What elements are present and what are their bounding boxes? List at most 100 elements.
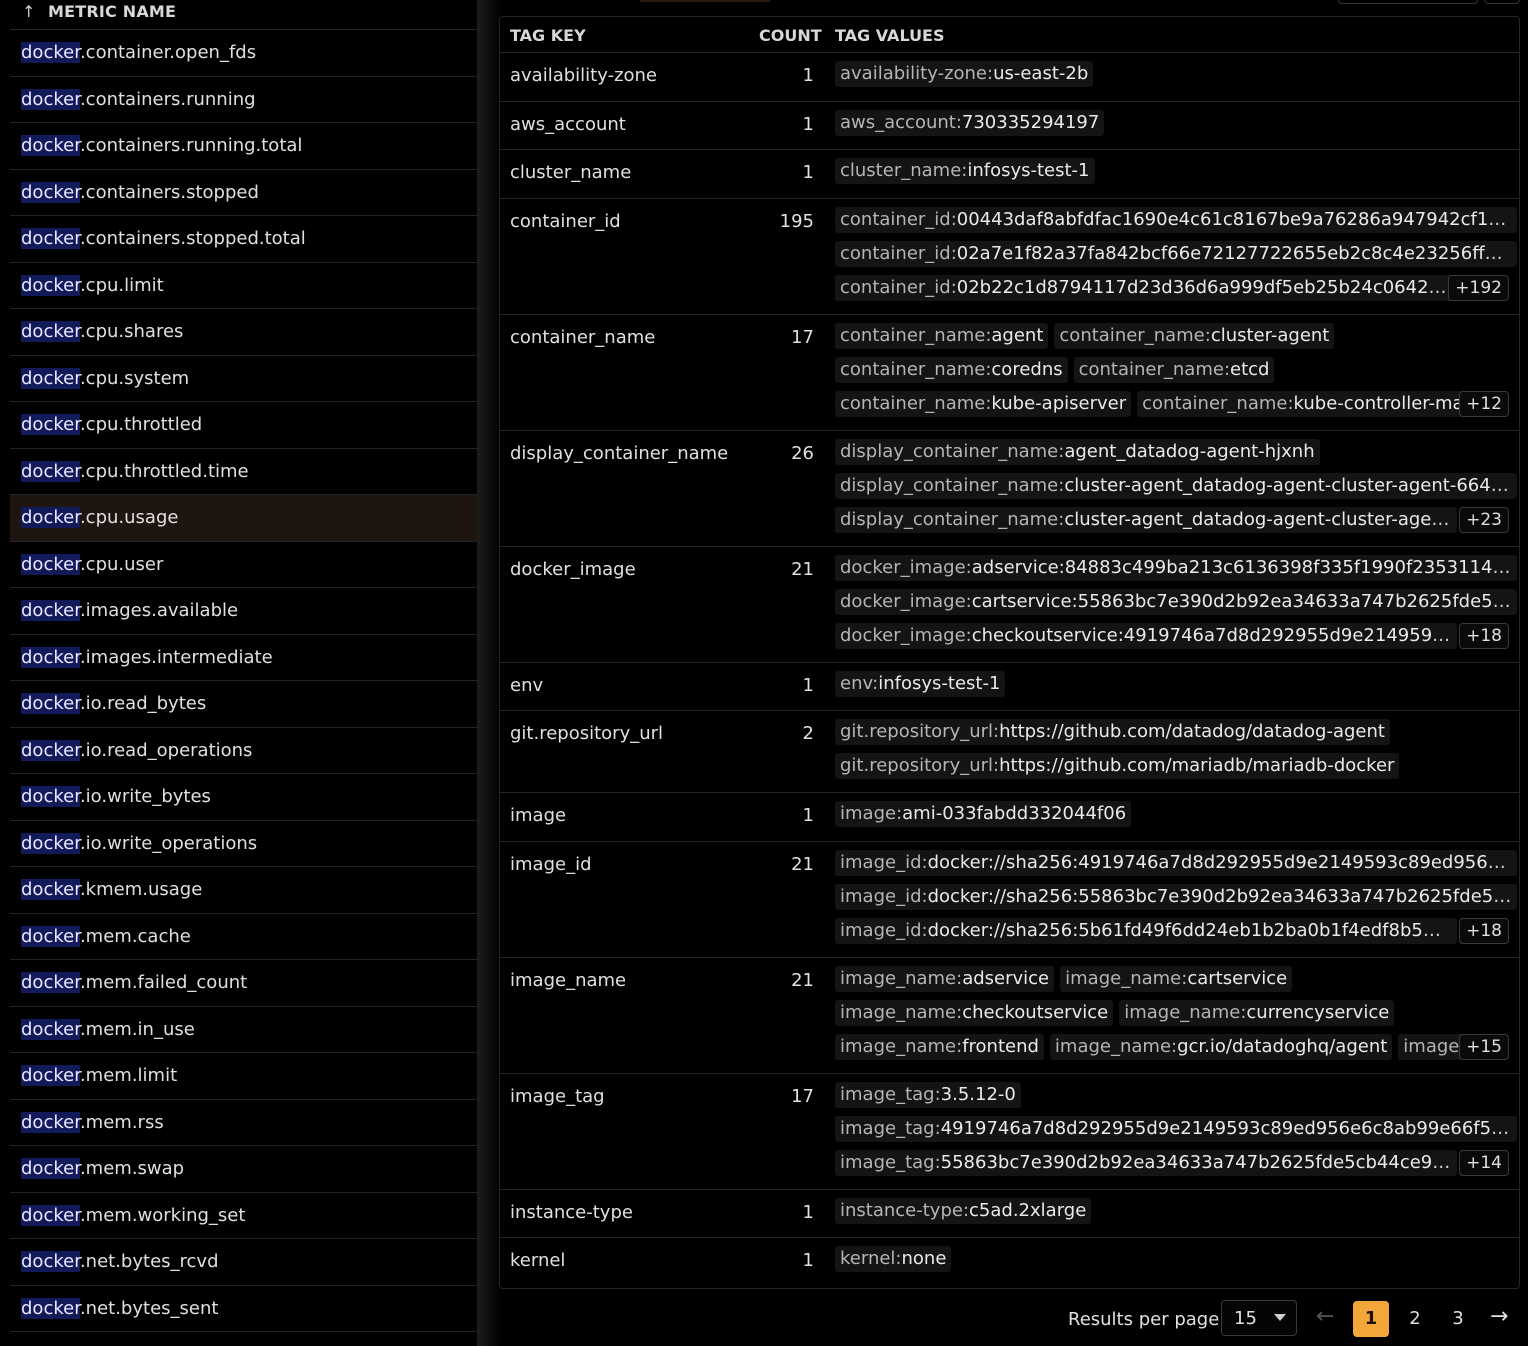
tag-value-chip[interactable]: image_id:docker://sha256:55863bc7e390d2b… [835, 883, 1517, 910]
metric-name-suffix: .containers.running.total [79, 135, 303, 156]
tag-value-chip[interactable]: container_id:02a7e1f82a37fa842bcf66e7212… [835, 240, 1517, 267]
tag-value-chip[interactable]: git.repository_url:https://github.com/da… [835, 719, 1390, 745]
tag-value-chip[interactable]: image_name:cartservice [1060, 965, 1293, 992]
tag-value-chip[interactable]: kernel:none [835, 1246, 952, 1272]
table-row[interactable]: docker_image 21 docker_image:adservice:848… [500, 547, 1519, 663]
metric-row[interactable]: docker.kmem.usage [10, 867, 477, 914]
tag-value-chip[interactable]: image_name:currencyservice [1119, 999, 1395, 1026]
tag-key-header: TAG KEY [510, 26, 586, 45]
more-values-button[interactable]: +18 [1459, 917, 1509, 944]
table-row[interactable]: image_name 21 image_name:adservice image_na… [500, 958, 1519, 1074]
tag-value-chip[interactable]: container_id:00443daf8abfdfac1690e4c61c8… [835, 206, 1517, 233]
metric-name-header[interactable]: ↑ METRIC NAME [10, 0, 477, 30]
tag-chip-key: docker_image: [840, 624, 972, 646]
table-row[interactable]: aws_account 1 aws_account:730335294197 [500, 102, 1519, 150]
metric-row[interactable]: docker.images.intermediate [10, 635, 477, 681]
table-row[interactable]: image_id 21 image_id:docker://sha256:49197… [500, 842, 1519, 958]
tag-value-chip[interactable]: container_name:kube-apiserver [835, 390, 1132, 417]
table-row[interactable]: git.repository_url 2 git.repository_url:ht… [500, 711, 1519, 793]
table-row[interactable]: env 1 env:infosys-test-1 [500, 663, 1519, 711]
metric-row[interactable]: docker.containers.stopped.total [10, 216, 477, 263]
more-values-button[interactable]: +15 [1459, 1033, 1509, 1060]
metric-row[interactable]: docker.cpu.system [10, 356, 477, 402]
tag-values: aws_account:730335294197 [835, 109, 1511, 144]
metric-row[interactable]: docker.mem.cache [10, 914, 477, 960]
tag-value-chip[interactable]: instance-type:c5ad.2xlarge [835, 1197, 1092, 1224]
metric-row[interactable]: docker.mem.in_use [10, 1007, 477, 1053]
metric-row[interactable]: docker.containers.running [10, 77, 477, 123]
tag-value-chip[interactable]: image_name:frontend [835, 1033, 1044, 1060]
tag-value-chip[interactable]: display_container_name:agent_datadog-age… [835, 438, 1320, 465]
tag-value-chip[interactable]: image_id:docker://sha256:5b61fd49f6dd24e… [835, 917, 1457, 944]
tag-value-chip[interactable]: availability-zone:us-east-2b [835, 61, 1094, 87]
tag-value-chip[interactable]: image_name:adservice [835, 965, 1055, 992]
table-row[interactable]: kernel 1 kernel:none [500, 1238, 1519, 1287]
more-values-button[interactable]: +23 [1459, 506, 1509, 533]
metric-row[interactable]: docker.cpu.throttled.time [10, 449, 477, 495]
metric-row[interactable]: docker.container.open_fds [10, 30, 477, 77]
tag-value-chip[interactable]: env:infosys-test-1 [835, 670, 1006, 697]
tag-chip-key: container_id: [840, 242, 957, 264]
metric-row[interactable]: docker.io.write_bytes [10, 774, 477, 821]
metric-row[interactable]: docker.cpu.shares [10, 309, 477, 356]
tag-value-chip[interactable]: container_name:kube-controller-mana... [1137, 390, 1509, 417]
tag-value-chip[interactable]: docker_image:cartservice:55863bc7e390d2b… [835, 588, 1517, 615]
metric-row[interactable]: docker.mem.swap [10, 1146, 477, 1193]
tag-value-chip[interactable]: container_name:cluster-agent [1054, 322, 1335, 349]
tag-value-chip[interactable]: image_name:checkoutservice [835, 999, 1114, 1026]
metric-row[interactable]: docker.containers.running.total [10, 123, 477, 170]
metric-row[interactable]: docker.mem.failed_count [10, 960, 477, 1007]
metric-row[interactable]: docker.io.read_bytes [10, 681, 477, 728]
tag-value-chip[interactable]: container_id:02b22c1d8794117d23d36d6a999… [835, 274, 1457, 301]
top-control-fragment[interactable] [1338, 0, 1478, 4]
metric-row[interactable]: docker.mem.limit [10, 1053, 477, 1100]
table-row[interactable]: display_container_name 26 display_containe… [500, 431, 1519, 547]
more-values-button[interactable]: +18 [1459, 622, 1509, 649]
table-row[interactable]: instance-type 1 instance-type:c5ad.2xlarge [500, 1190, 1519, 1238]
metric-row[interactable]: docker.cpu.user [10, 542, 477, 588]
tag-value-chip[interactable]: image_tag:55863bc7e390d2b92ea34633a747b2… [835, 1149, 1457, 1176]
more-values-button[interactable]: +192 [1448, 274, 1509, 301]
table-row[interactable]: container_id 195 container_id:00443daf8abf… [500, 199, 1519, 315]
metric-row[interactable]: docker.containers.stopped [10, 170, 477, 216]
results-per-page-select[interactable]: 15 [1221, 1300, 1297, 1336]
tag-value-chip[interactable]: container_name:coredns [835, 356, 1068, 383]
table-row[interactable]: image 1 image:ami-033fabdd332044f06 [500, 793, 1519, 842]
page-button-2[interactable]: 2 [1397, 1301, 1433, 1337]
table-row[interactable]: cluster_name 1 cluster_name:infosys-test-1 [500, 150, 1519, 199]
tag-value-chip[interactable]: cluster_name:infosys-test-1 [835, 158, 1095, 184]
metric-row[interactable]: docker.io.read_operations [10, 728, 477, 774]
metric-row[interactable]: docker.cpu.limit [10, 263, 477, 309]
tag-value-chip[interactable]: display_container_name:cluster-agent_dat… [835, 472, 1517, 499]
tag-value-chip[interactable]: image_tag:3.5.12-0 [835, 1081, 1021, 1108]
tag-value-chip[interactable]: docker_image:checkoutservice:4919746a7d8… [835, 622, 1457, 649]
metric-row[interactable]: docker.io.write_operations [10, 821, 477, 867]
tag-value-chip[interactable]: image_tag:4919746a7d8d292955d9e2149593c8… [835, 1115, 1517, 1142]
tag-value-chip[interactable]: aws_account:730335294197 [835, 109, 1105, 136]
page-button-3[interactable]: 3 [1440, 1301, 1476, 1337]
metric-row[interactable]: docker.mem.rss [10, 1100, 477, 1146]
metric-row[interactable]: docker.mem.working_set [10, 1193, 477, 1239]
arrow-right-icon[interactable]: → [1490, 1304, 1508, 1329]
metric-row[interactable]: docker.images.available [10, 588, 477, 635]
table-row[interactable]: container_name 17 container_name:agent cont… [500, 315, 1519, 431]
table-row[interactable]: image_tag 17 image_tag:3.5.12-0 image_tag:4… [500, 1074, 1519, 1190]
tag-value-chip[interactable]: container_name:agent [835, 322, 1049, 349]
tag-value-chip[interactable]: display_container_name:cluster-agent_dat… [835, 506, 1457, 533]
table-row[interactable]: availability-zone 1 availability-zone:us-e… [500, 53, 1519, 102]
top-button-fragment[interactable] [1484, 0, 1520, 4]
more-values-button[interactable]: +12 [1459, 390, 1509, 417]
arrow-left-icon[interactable]: ← [1316, 1304, 1334, 1329]
page-button-1[interactable]: 1 [1353, 1301, 1389, 1337]
tag-value-chip[interactable]: image_name:gcr.io/datadoghq/agent [1049, 1033, 1393, 1060]
tag-value-chip[interactable]: container_name:etcd [1073, 356, 1275, 383]
tag-value-chip[interactable]: image_id:docker://sha256:4919746a7d8d292… [835, 849, 1517, 876]
results-per-page-label: Results per page: [1068, 1309, 1226, 1330]
metric-row[interactable]: docker.cpu.usage [10, 495, 477, 542]
metric-row[interactable]: docker.cpu.throttled [10, 402, 477, 449]
tag-value-chip[interactable]: git.repository_url:https://github.com/ma… [835, 753, 1400, 779]
metric-row[interactable]: docker.net.bytes_rcvd [10, 1239, 477, 1286]
more-values-button[interactable]: +14 [1459, 1149, 1509, 1176]
tag-value-chip[interactable]: image:ami-033fabdd332044f06 [835, 801, 1132, 827]
tag-value-chip[interactable]: docker_image:adservice:84883c499ba213c61… [835, 554, 1517, 581]
